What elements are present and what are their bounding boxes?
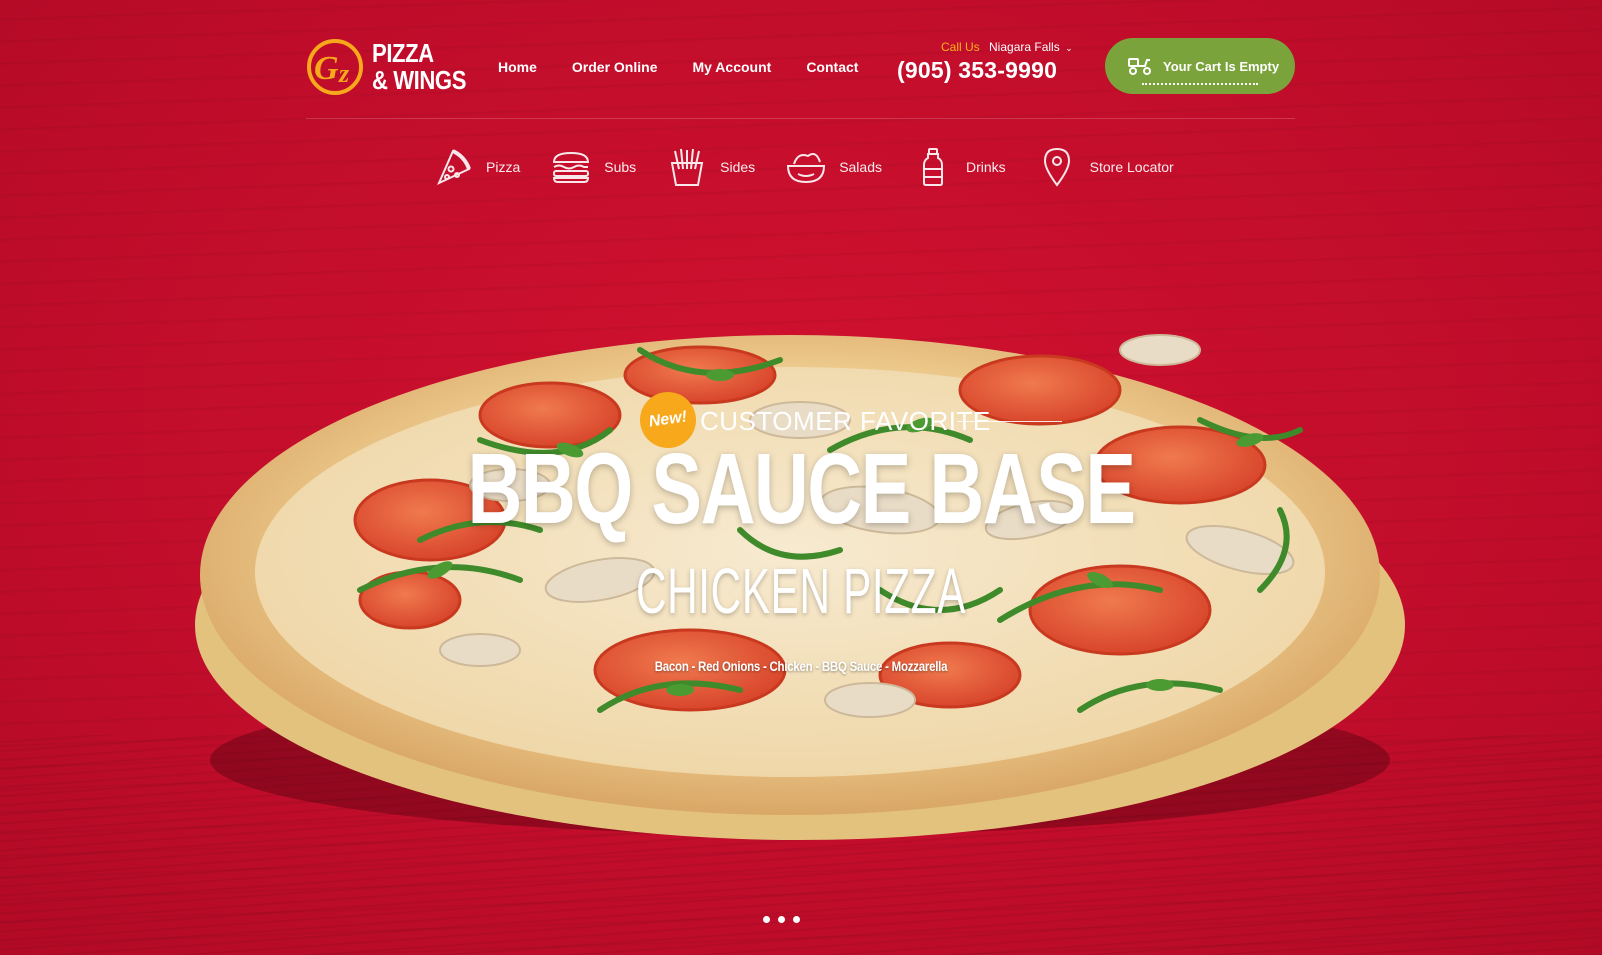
salad-bowl-icon <box>785 146 827 188</box>
location-name: Niagara Falls <box>989 40 1060 54</box>
hero-pizza-image <box>180 290 1420 850</box>
location-selector[interactable]: Call Us Niagara Falls ⌄ <box>941 40 1073 54</box>
cart-status-label: Your Cart Is Empty <box>1163 58 1280 74</box>
cart-button[interactable]: Your Cart Is Empty <box>1105 38 1295 94</box>
category-store-locator[interactable]: Store Locator <box>1036 146 1174 188</box>
nav-contact[interactable]: Contact <box>806 59 858 75</box>
svg-text:z: z <box>338 59 350 88</box>
fries-icon <box>666 146 708 188</box>
category-label: Sides <box>720 159 756 175</box>
brand-logo[interactable]: G z PIZZA & WINGS <box>306 34 476 98</box>
cart-underline <box>1142 83 1258 85</box>
brand-logo-line1: PIZZA <box>372 38 434 68</box>
category-sides[interactable]: Sides <box>666 146 755 188</box>
brand-logo-text: PIZZA & WINGS <box>372 40 466 94</box>
slider-dot-3[interactable] <box>793 916 800 923</box>
category-bar: Pizza Subs Sides Salads Drinks Store Loc… <box>432 144 1204 190</box>
pizza-slice-icon <box>432 146 474 188</box>
brand-logo-line2: & WINGS <box>372 65 467 95</box>
bottle-icon <box>912 146 954 188</box>
category-label: Salads <box>839 159 882 175</box>
slider-dot-1[interactable] <box>763 916 770 923</box>
category-label: Drinks <box>966 159 1006 175</box>
category-label: Store Locator <box>1089 159 1174 175</box>
nav-home[interactable]: Home <box>498 59 537 75</box>
map-pin-icon <box>1036 146 1078 188</box>
scooter-icon <box>1128 58 1151 75</box>
phone-number[interactable]: (905) 353-9990 <box>897 57 1057 84</box>
slider-pagination <box>763 916 800 923</box>
nav-order-online[interactable]: Order Online <box>572 59 658 75</box>
nav-my-account[interactable]: My Account <box>692 59 771 75</box>
sub-sandwich-icon <box>550 146 592 188</box>
svg-text:G: G <box>314 50 339 87</box>
main-nav: Home Order Online My Account Contact <box>498 59 893 75</box>
category-label: Subs <box>604 159 637 175</box>
brand-logo-mark: G z <box>307 39 363 95</box>
slider-dot-2[interactable] <box>778 916 785 923</box>
category-drinks[interactable]: Drinks <box>912 146 1006 188</box>
chevron-down-icon: ⌄ <box>1065 43 1073 53</box>
header-divider <box>306 118 1295 119</box>
category-subs[interactable]: Subs <box>550 146 636 188</box>
site-header: G z PIZZA & WINGS Home Order Online My A… <box>306 32 1296 122</box>
category-label: Pizza <box>486 159 521 175</box>
call-us-label: Call Us <box>941 40 980 54</box>
category-pizza[interactable]: Pizza <box>432 146 520 188</box>
category-salads[interactable]: Salads <box>785 146 882 188</box>
